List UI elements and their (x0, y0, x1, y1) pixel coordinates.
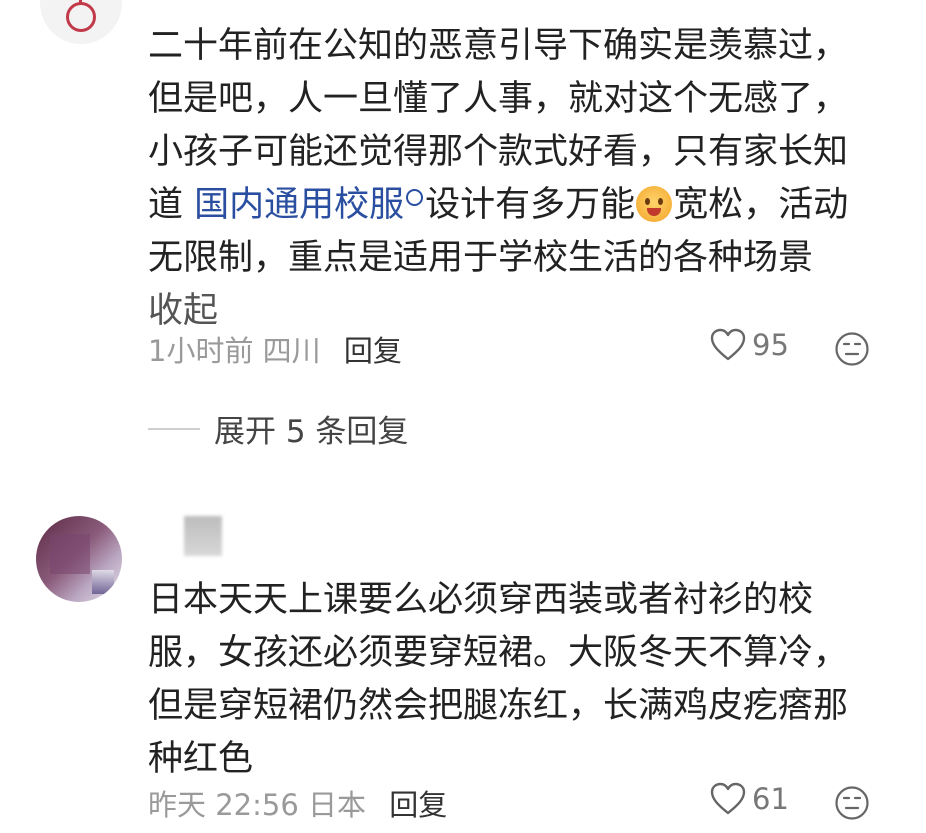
commenter-avatar[interactable] (36, 516, 122, 602)
comment-location: 日本 (308, 788, 367, 822)
comment-location: 四川 (262, 334, 321, 368)
comment-text-segment: 设计有多万能 (425, 185, 636, 225)
avatar-logo-ring (66, 2, 96, 32)
comment-line: 种红色 (148, 739, 254, 779)
comment-text-segment: 宽松，活动 (673, 185, 849, 225)
like-count: 95 (752, 328, 789, 362)
comment-line: 小孩子可能还觉得那个款式好看，只有家长知 (148, 132, 849, 172)
comment-body: 日本天天上课要么必须穿西装或者衬衫的校 服，女孩还必须要穿短裙。大阪冬天不算冷，… (148, 574, 898, 786)
reply-button[interactable]: 回复 (389, 788, 447, 822)
commenter-avatar[interactable] (40, 0, 122, 44)
comment-line: 但是吧，人一旦懂了人事，就对这个无感了， (148, 79, 849, 119)
like-button[interactable]: 95 (710, 328, 789, 362)
emoji-face-icon[interactable] (834, 785, 870, 821)
search-link[interactable]: 国内通用校服 (194, 185, 404, 225)
comment-line: 道 国内通用校服 设计有多万能 宽松，活动 (148, 179, 898, 232)
comment-time: 1小时前 (148, 334, 254, 368)
search-icon[interactable] (406, 189, 424, 206)
comment-time: 昨天 22:56 (148, 788, 299, 822)
comment-body: 二十年前在公知的恶意引导下确实是羡慕过， 但是吧，人一旦懂了人事，就对这个无感了… (148, 20, 898, 338)
expand-replies-button[interactable]: 展开 5 条回复 (148, 406, 408, 451)
like-button[interactable]: 61 (710, 782, 789, 816)
emoji-face-icon[interactable] (834, 331, 870, 367)
avatar-blur (50, 534, 90, 574)
comment-meta: 1小时前 四川 回复 (148, 328, 402, 370)
avatar-detail (92, 570, 114, 594)
reply-button[interactable]: 回复 (344, 334, 402, 368)
comment-line: 但是穿短裙仍然会把腿冻红，长满鸡皮疙瘩那 (148, 686, 849, 726)
like-count: 61 (752, 782, 789, 816)
comment-line: 二十年前在公知的恶意引导下确实是羡慕过， (148, 26, 849, 66)
divider-line (148, 427, 200, 430)
expand-replies-label: 展开 5 条回复 (214, 414, 409, 450)
comment-line: 服，女孩还必须要穿短裙。大阪冬天不算冷， (148, 633, 849, 673)
comment-line: 无限制，重点是适用于学校生活的各种场景 (148, 238, 814, 278)
comment-text-segment: 道 (148, 185, 184, 225)
heart-outline-icon (710, 328, 746, 361)
comment-meta: 昨天 22:56 日本 回复 (148, 782, 447, 824)
crying-emoji-icon (636, 186, 673, 222)
username-redacted[interactable] (184, 516, 222, 556)
comment-line: 日本天天上课要么必须穿西装或者衬衫的校 (148, 580, 814, 620)
heart-outline-icon (710, 782, 746, 815)
